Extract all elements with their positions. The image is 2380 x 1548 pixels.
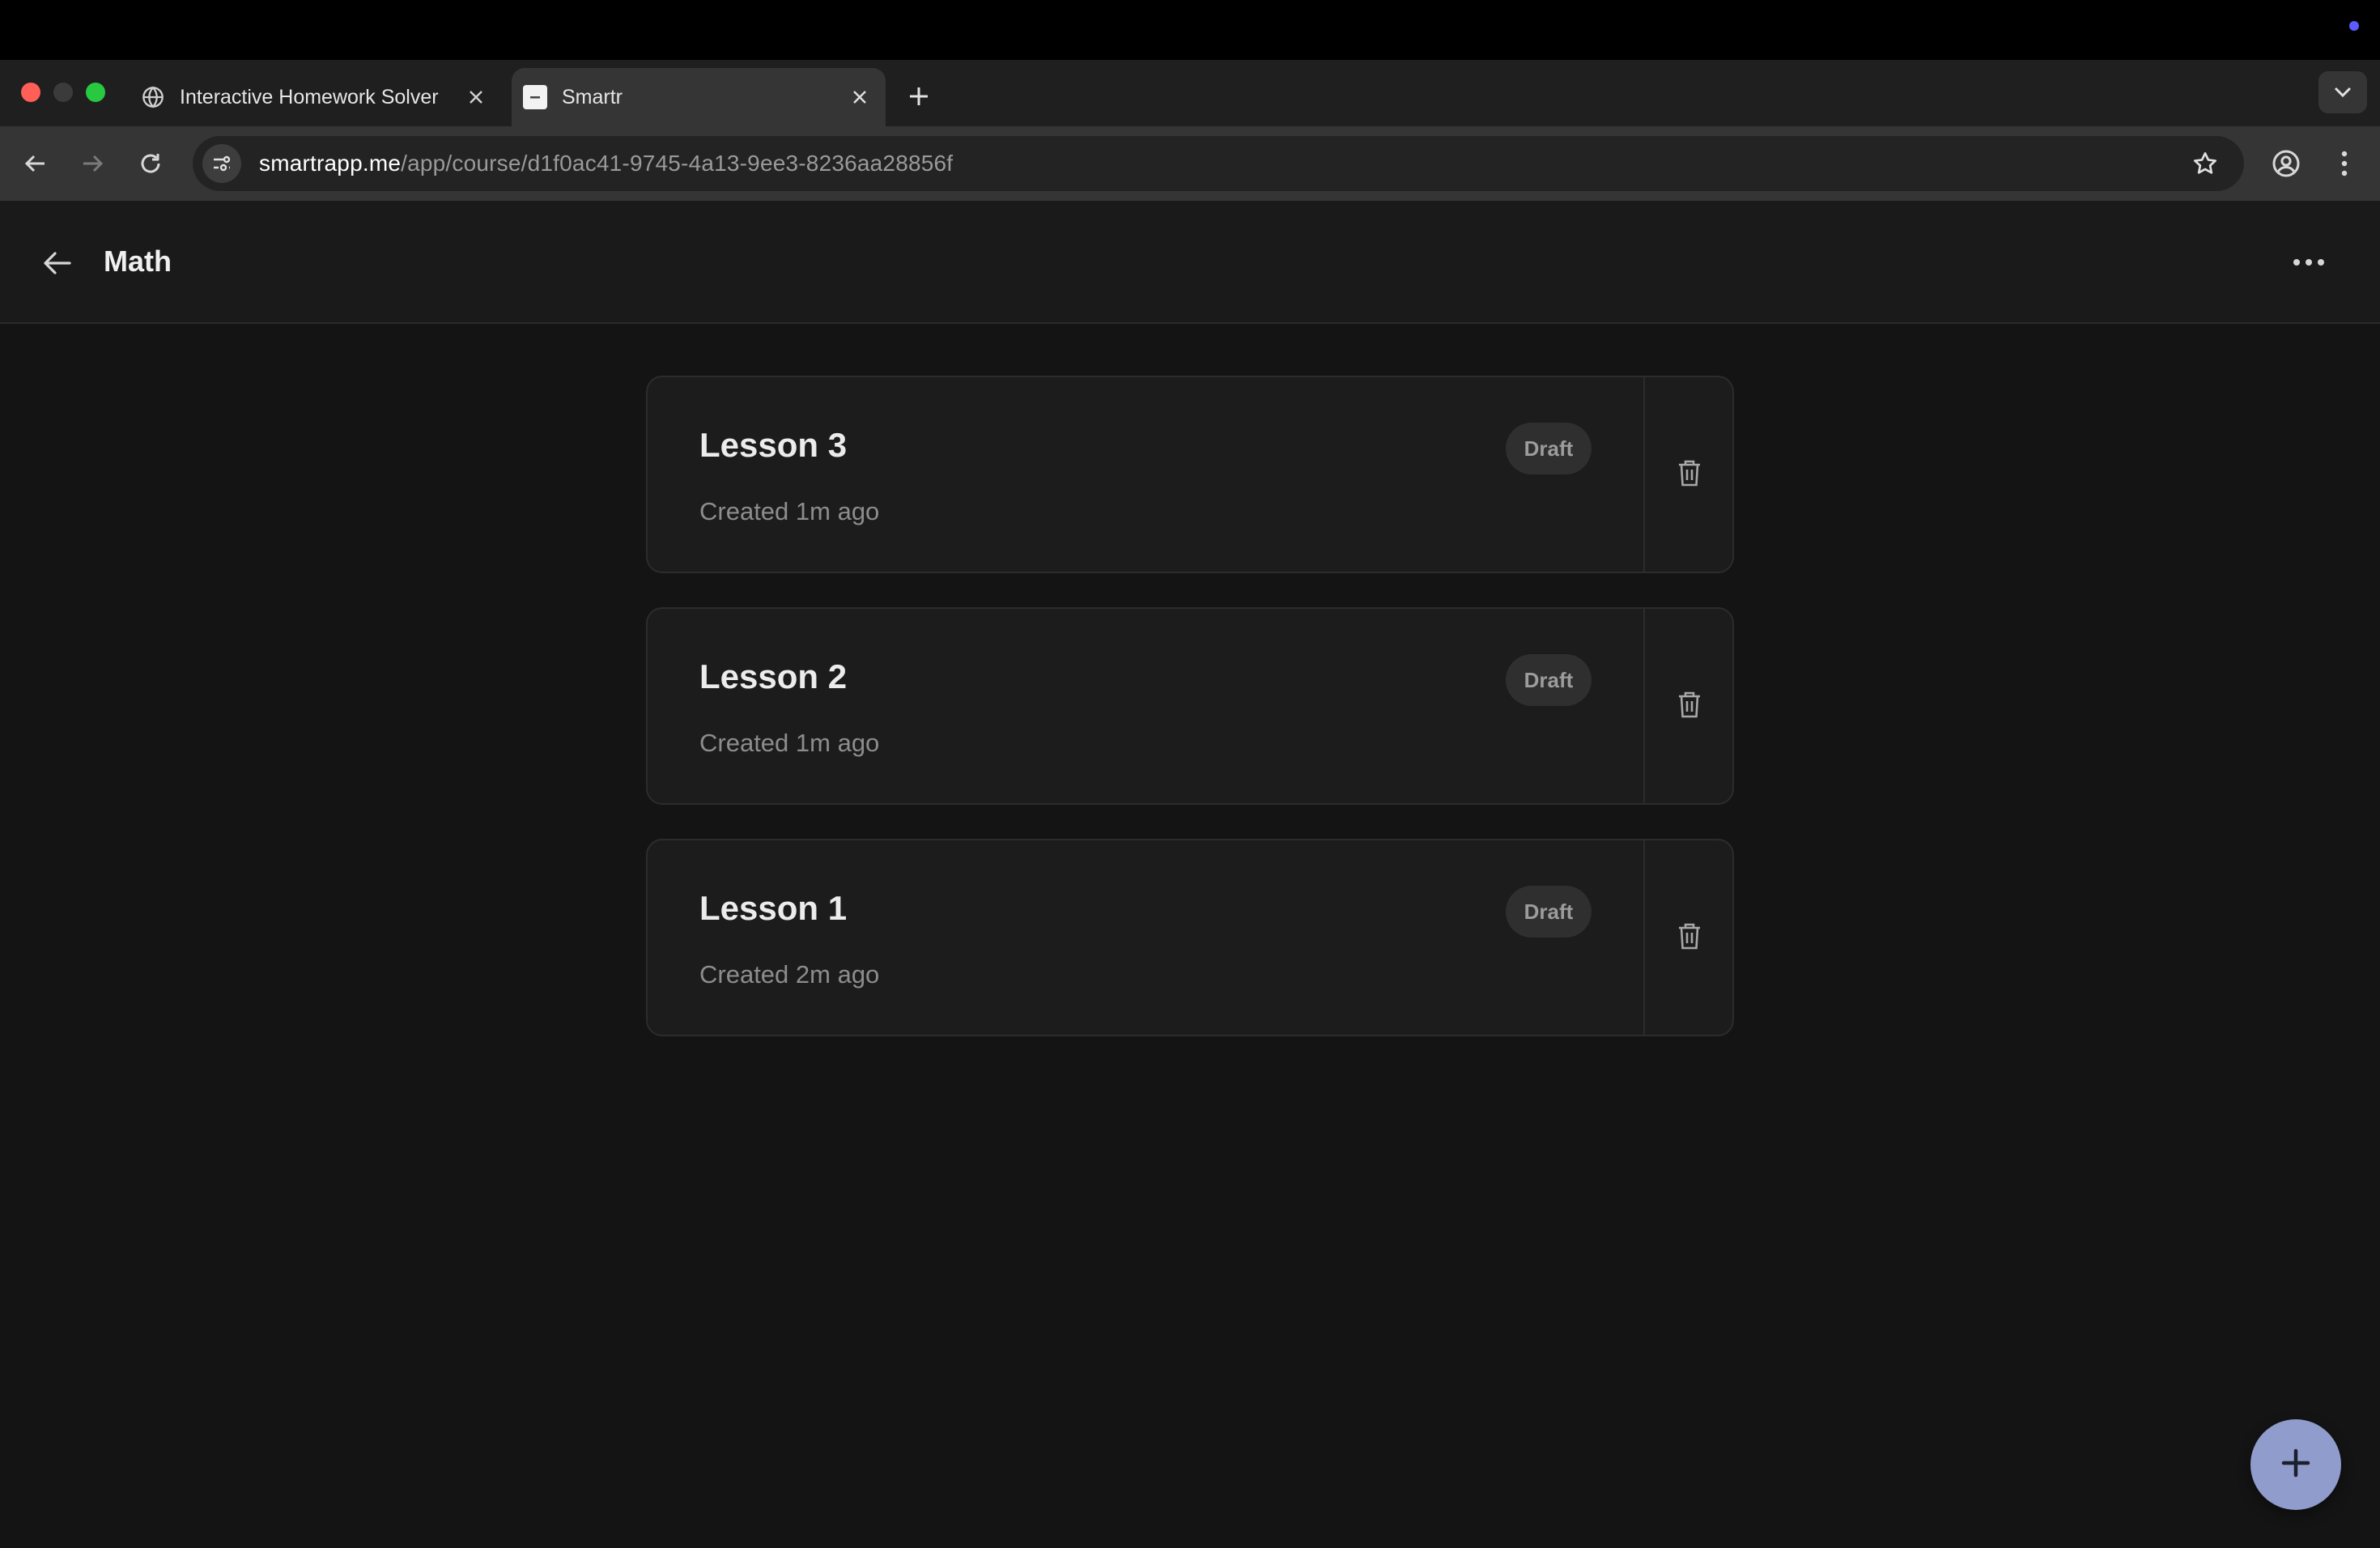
back-icon[interactable]	[15, 142, 57, 185]
delete-lesson-button[interactable]	[1645, 609, 1734, 803]
lesson-open-area[interactable]: Lesson 1 Created 2m ago Draft	[648, 840, 1643, 1035]
browser-menu-icon[interactable]	[2323, 142, 2365, 185]
status-badge: Draft	[1506, 423, 1592, 474]
forward-icon[interactable]	[71, 142, 113, 185]
window-minimize-button[interactable]	[53, 83, 73, 102]
reload-icon[interactable]	[130, 142, 172, 185]
tab-title: Smartr	[562, 85, 623, 108]
profile-icon[interactable]	[2265, 142, 2307, 185]
delete-lesson-button[interactable]	[1645, 377, 1734, 572]
lesson-created: Created 1m ago	[699, 497, 880, 525]
lesson-created: Created 1m ago	[699, 729, 880, 757]
back-arrow-icon[interactable]	[36, 241, 79, 285]
plus-icon	[2280, 1447, 2312, 1483]
lesson-created: Created 2m ago	[699, 960, 880, 989]
lesson-name: Lesson 3	[699, 426, 848, 464]
window-close-button[interactable]	[21, 83, 40, 102]
os-menubar	[0, 0, 2380, 60]
page-title: Math	[104, 245, 172, 278]
status-badge: Draft	[1506, 654, 1592, 706]
smartr-favicon	[523, 85, 547, 109]
lesson-open-area[interactable]: Lesson 2 Created 1m ago Draft	[648, 609, 1643, 803]
address-bar[interactable]: smartrapp.me/app/course/d1f0ac41-9745-4a…	[193, 136, 2244, 191]
tab-smartr[interactable]: Smartr	[512, 68, 886, 126]
new-tab-button[interactable]	[900, 78, 937, 115]
window-maximize-button[interactable]	[86, 83, 105, 102]
browser-toolbar: smartrapp.me/app/course/d1f0ac41-9745-4a…	[0, 126, 2380, 201]
delete-lesson-button[interactable]	[1645, 840, 1734, 1035]
site-settings-icon[interactable]	[202, 144, 241, 183]
url-text: smartrapp.me/app/course/d1f0ac41-9745-4a…	[259, 151, 953, 176]
app-header: Math	[0, 201, 2380, 324]
tab-search-button[interactable]	[2318, 71, 2367, 113]
url-host: smartrapp.me	[259, 151, 402, 176]
tab-strip: Interactive Homework Solver Smartr	[0, 60, 2380, 126]
trash-icon	[1677, 458, 1702, 491]
status-badge: Draft	[1506, 886, 1592, 938]
trash-icon	[1677, 921, 1702, 955]
close-tab-icon[interactable]	[844, 81, 876, 113]
tab-interactive-homework-solver[interactable]: Interactive Homework Solver	[130, 68, 502, 126]
status-dot	[2349, 21, 2359, 31]
lesson-open-area[interactable]: Lesson 3 Created 1m ago Draft	[648, 377, 1643, 572]
bookmark-star-icon[interactable]	[2186, 144, 2225, 183]
lesson-card: Lesson 1 Created 2m ago Draft	[646, 839, 1734, 1036]
close-tab-icon[interactable]	[460, 81, 492, 113]
trash-icon	[1677, 690, 1702, 723]
lesson-name: Lesson 1	[699, 889, 848, 927]
lesson-card: Lesson 3 Created 1m ago Draft	[646, 376, 1734, 573]
lesson-name: Lesson 2	[699, 657, 848, 695]
lesson-list: Lesson 3 Created 1m ago Draft Lesson 2 C…	[646, 376, 1734, 1070]
tab-title: Interactive Homework Solver	[180, 85, 439, 108]
more-options-icon[interactable]	[2286, 240, 2331, 285]
add-lesson-button[interactable]	[2250, 1419, 2341, 1510]
lesson-card: Lesson 2 Created 1m ago Draft	[646, 607, 1734, 805]
globe-icon	[141, 85, 165, 109]
url-path: /app/course/d1f0ac41-9745-4a13-9ee3-8236…	[401, 151, 954, 176]
